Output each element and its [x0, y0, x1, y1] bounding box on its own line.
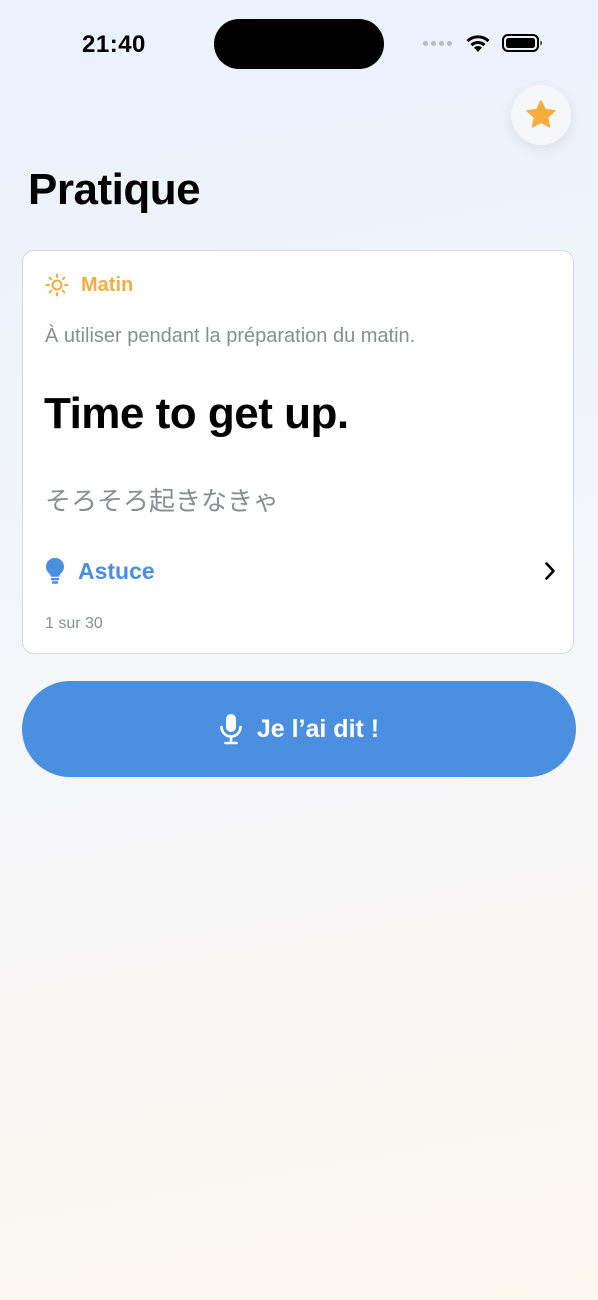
category-label: Matin [81, 273, 134, 296]
wifi-icon [466, 35, 490, 52]
status-bar: 21:40 [0, 0, 598, 90]
chevron-right-icon [545, 562, 555, 580]
category-tag: Matin [45, 273, 133, 297]
star-icon [526, 100, 556, 128]
dynamic-island [214, 19, 384, 69]
phrase-text: Time to get up. [44, 389, 349, 438]
phrase-card: Matin À utiliser pendant la préparation … [22, 250, 574, 654]
said-it-label: Je l’ai dit ! [256, 714, 380, 743]
status-icons [423, 33, 544, 53]
said-it-button[interactable]: Je l’ai dit ! [22, 681, 576, 777]
battery-icon [502, 34, 542, 52]
sun-icon [45, 273, 69, 297]
favorite-button[interactable] [511, 85, 571, 145]
lightbulb-icon [46, 558, 64, 584]
usage-hint: À utiliser pendant la préparation du mat… [45, 325, 416, 347]
status-time: 21:40 [82, 31, 146, 58]
microphone-icon [220, 714, 242, 745]
tip-label: Astuce [78, 557, 155, 584]
signal-dots-icon [423, 40, 452, 46]
progress-counter: 1 sur 30 [45, 615, 103, 632]
page-title: Pratique [28, 165, 201, 214]
phrase-translation: そろそろ起きなきゃ [45, 487, 280, 517]
tip-row[interactable]: Astuce [45, 553, 557, 589]
